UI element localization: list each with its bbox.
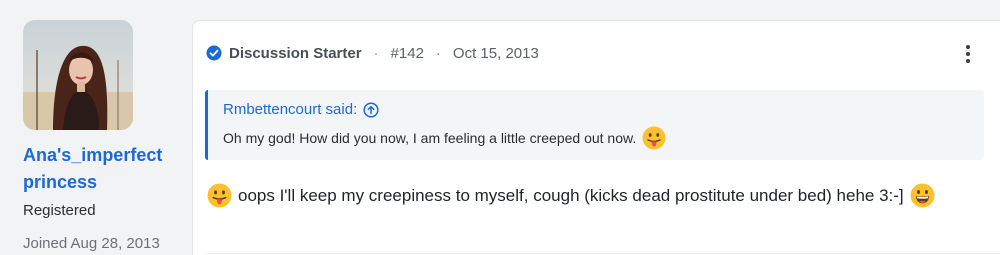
quote-text: Oh my god! How did you now, I am feeling…	[223, 126, 666, 150]
discussion-starter-badge: Discussion Starter	[229, 44, 362, 62]
meta-separator: ·	[435, 44, 441, 62]
tongue-out-emoji-icon	[642, 126, 666, 150]
meta-separator: ·	[373, 44, 379, 62]
avatar[interactable]	[23, 20, 133, 130]
quote-text-label: Oh my god! How did you now, I am feeling…	[223, 130, 637, 146]
grin-emoji-icon	[910, 183, 935, 208]
quote-author-link[interactable]: Rmbettencourt said:	[223, 101, 379, 118]
divider	[205, 253, 1000, 254]
tongue-out-emoji-icon	[207, 183, 232, 208]
post-number-link[interactable]: #142	[391, 45, 424, 62]
quote-author-label: Rmbettencourt said:	[223, 101, 358, 118]
check-circle-icon	[206, 45, 222, 61]
forum-post: Ana's_imperfect princess Registered Join…	[0, 0, 1000, 255]
user-info: Ana's_imperfect princess Registered Join…	[0, 0, 190, 255]
arrow-up-circle-icon[interactable]	[363, 101, 379, 118]
avatar-image	[23, 20, 133, 130]
post-meta: Discussion Starter · #142 · Oct 15, 2013	[206, 43, 539, 63]
quote-block: Rmbettencourt said: Oh my god! How did y…	[205, 90, 984, 160]
more-vertical-icon[interactable]	[958, 43, 978, 65]
post-date-link[interactable]: Oct 15, 2013	[453, 45, 539, 62]
join-date: Joined Aug 28, 2013	[23, 235, 160, 252]
user-title: Registered	[23, 202, 96, 219]
username-link[interactable]: Ana's_imperfect princess	[23, 142, 188, 196]
post-message: oops I'll keep my creepiness to myself, …	[207, 183, 935, 208]
post-message-text: oops I'll keep my creepiness to myself, …	[238, 185, 904, 205]
message-card: Discussion Starter · #142 · Oct 15, 2013…	[192, 20, 1000, 255]
